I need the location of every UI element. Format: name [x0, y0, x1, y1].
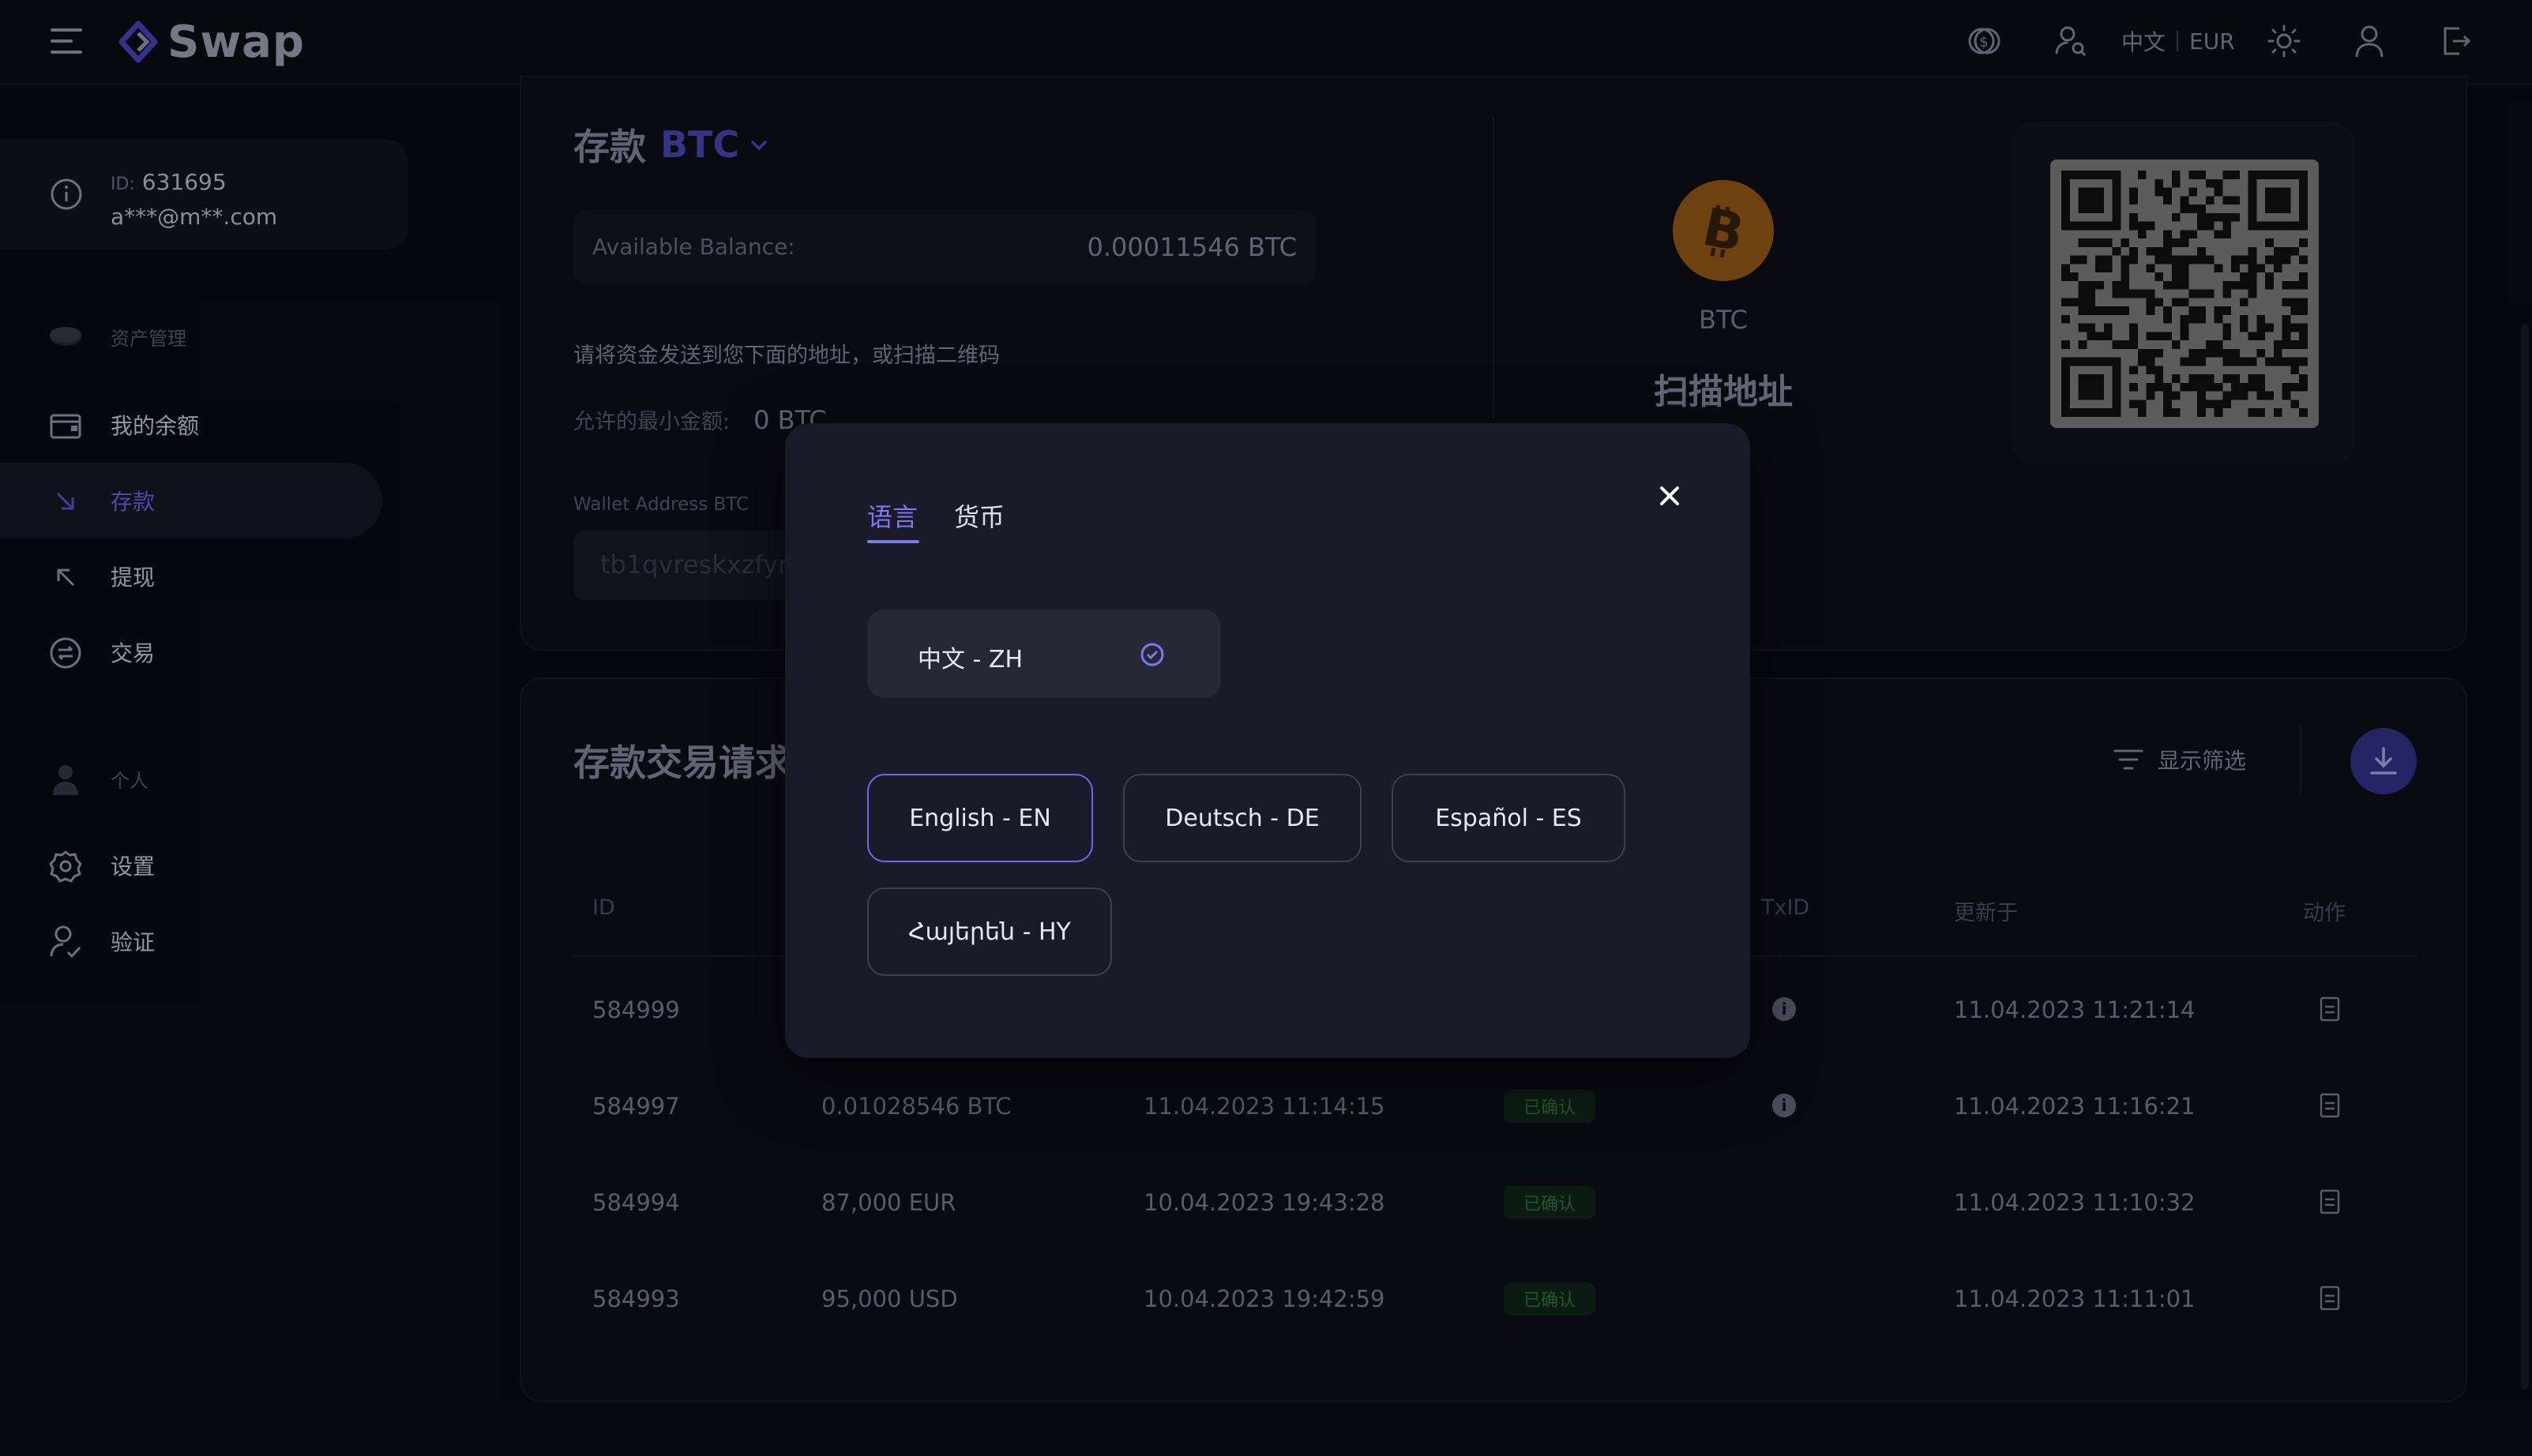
current-language[interactable]: 中文 - ZH — [867, 610, 1221, 698]
tab-currency[interactable]: 货币 — [954, 497, 1005, 534]
close-icon[interactable] — [1654, 480, 1685, 512]
check-circle-icon — [1140, 643, 1164, 666]
language-option-hy[interactable]: Հայերեն - HY — [867, 887, 1112, 976]
tab-active-indicator — [867, 540, 919, 543]
language-currency-modal: 语言 货币 中文 - ZH English - EN Deutsch - DE … — [785, 423, 1750, 1058]
language-option-es[interactable]: Español - ES — [1392, 774, 1625, 862]
language-option-de[interactable]: Deutsch - DE — [1123, 774, 1362, 862]
tab-language[interactable]: 语言 — [867, 497, 918, 534]
language-option-en[interactable]: English - EN — [867, 774, 1093, 862]
